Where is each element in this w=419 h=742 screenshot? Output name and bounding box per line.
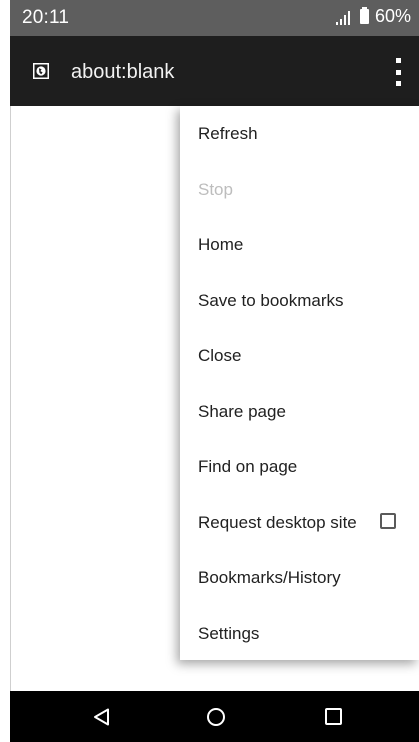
browser-toolbar: about:blank [10, 36, 419, 106]
menu-item-refresh[interactable]: Refresh [180, 106, 419, 161]
url-bar[interactable]: about:blank [71, 61, 174, 84]
menu-item-save-to-bookmarks[interactable]: Save to bookmarks [180, 273, 419, 328]
screen-frame-edge [0, 0, 11, 742]
status-bar: 20:11 60% [10, 0, 419, 36]
recents-icon[interactable] [325, 708, 342, 725]
back-icon[interactable] [93, 708, 111, 726]
menu-item-home[interactable]: Home [180, 217, 419, 272]
signal-icon [334, 9, 350, 25]
request-desktop-site-label: Request desktop site [198, 512, 357, 532]
request-desktop-site-checkbox[interactable] [380, 513, 396, 529]
overflow-menu: Refresh Stop Home Save to bookmarks Clos… [180, 106, 419, 660]
status-indicators: 60% [334, 6, 411, 27]
battery-level: 60% [374, 6, 411, 26]
menu-item-request-desktop-site[interactable]: Request desktop site [180, 495, 419, 550]
status-time: 20:11 [22, 7, 70, 28]
menu-item-close[interactable]: Close [180, 328, 419, 383]
menu-item-stop: Stop [198, 179, 233, 199]
menu-item-find-on-page[interactable]: Find on page [180, 439, 419, 494]
system-nav-bar [10, 691, 419, 742]
menu-item-bookmarks-history[interactable]: Bookmarks/History [180, 550, 419, 605]
menu-item-settings[interactable]: Settings [180, 606, 419, 661]
globe-icon [33, 63, 49, 79]
battery-icon [359, 7, 369, 24]
more-vert-icon[interactable] [395, 58, 401, 86]
menu-item-share-page[interactable]: Share page [180, 384, 419, 439]
home-icon[interactable] [207, 708, 225, 726]
